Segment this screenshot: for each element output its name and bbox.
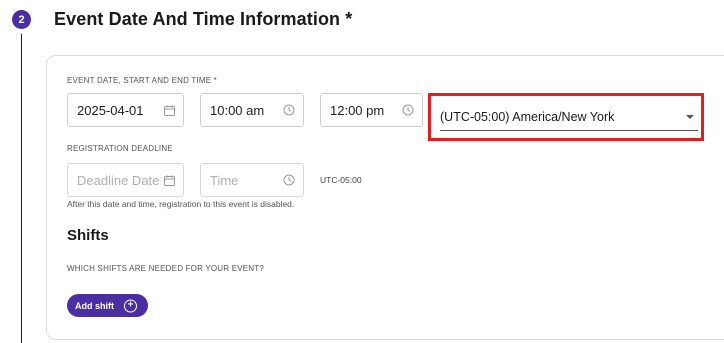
end-time-value: 12:00 pm	[330, 102, 385, 118]
end-time-field[interactable]: 12:00 pm	[320, 93, 423, 127]
event-date-field[interactable]: 2025-04-01	[67, 93, 184, 127]
clock-icon	[283, 104, 295, 116]
calendar-icon	[163, 104, 175, 116]
add-shift-button[interactable]: Add shift +	[67, 294, 148, 317]
shifts-heading: Shifts	[67, 227, 109, 244]
registration-helper-text: After this date and time, registration t…	[67, 199, 295, 209]
timezone-value: (UTC-05:00) America/New York	[440, 109, 615, 124]
deadline-time-placeholder: Time	[210, 172, 239, 188]
step-number-badge: 2	[12, 10, 31, 29]
clock-icon	[402, 104, 414, 116]
dropdown-caret-icon	[686, 114, 694, 119]
deadline-time-field[interactable]: Time	[200, 163, 304, 197]
clock-icon	[283, 174, 295, 186]
event-date-value: 2025-04-01	[77, 102, 144, 118]
event-time-label: EVENT DATE, START AND END TIME *	[67, 76, 217, 85]
start-time-value: 10:00 am	[210, 102, 265, 118]
add-shift-label: Add shift	[75, 300, 114, 311]
registration-deadline-label: REGISTRATION DEADLINE	[67, 144, 173, 153]
plus-circle-icon: +	[124, 299, 137, 312]
calendar-icon	[163, 174, 175, 186]
start-time-field[interactable]: 10:00 am	[200, 93, 304, 127]
deadline-date-placeholder: Deadline Date	[77, 172, 160, 188]
section-title: Event Date And Time Information *	[54, 9, 353, 29]
timezone-highlight-box: (UTC-05:00) America/New York	[428, 93, 704, 141]
deadline-timezone-note: UTC-05:00	[320, 175, 362, 185]
timezone-select[interactable]: (UTC-05:00) America/New York	[440, 103, 698, 131]
shifts-question-label: WHICH SHIFTS ARE NEEDED FOR YOUR EVENT?	[67, 264, 265, 273]
step-connector-line	[21, 34, 22, 343]
deadline-date-field[interactable]: Deadline Date	[67, 163, 184, 197]
